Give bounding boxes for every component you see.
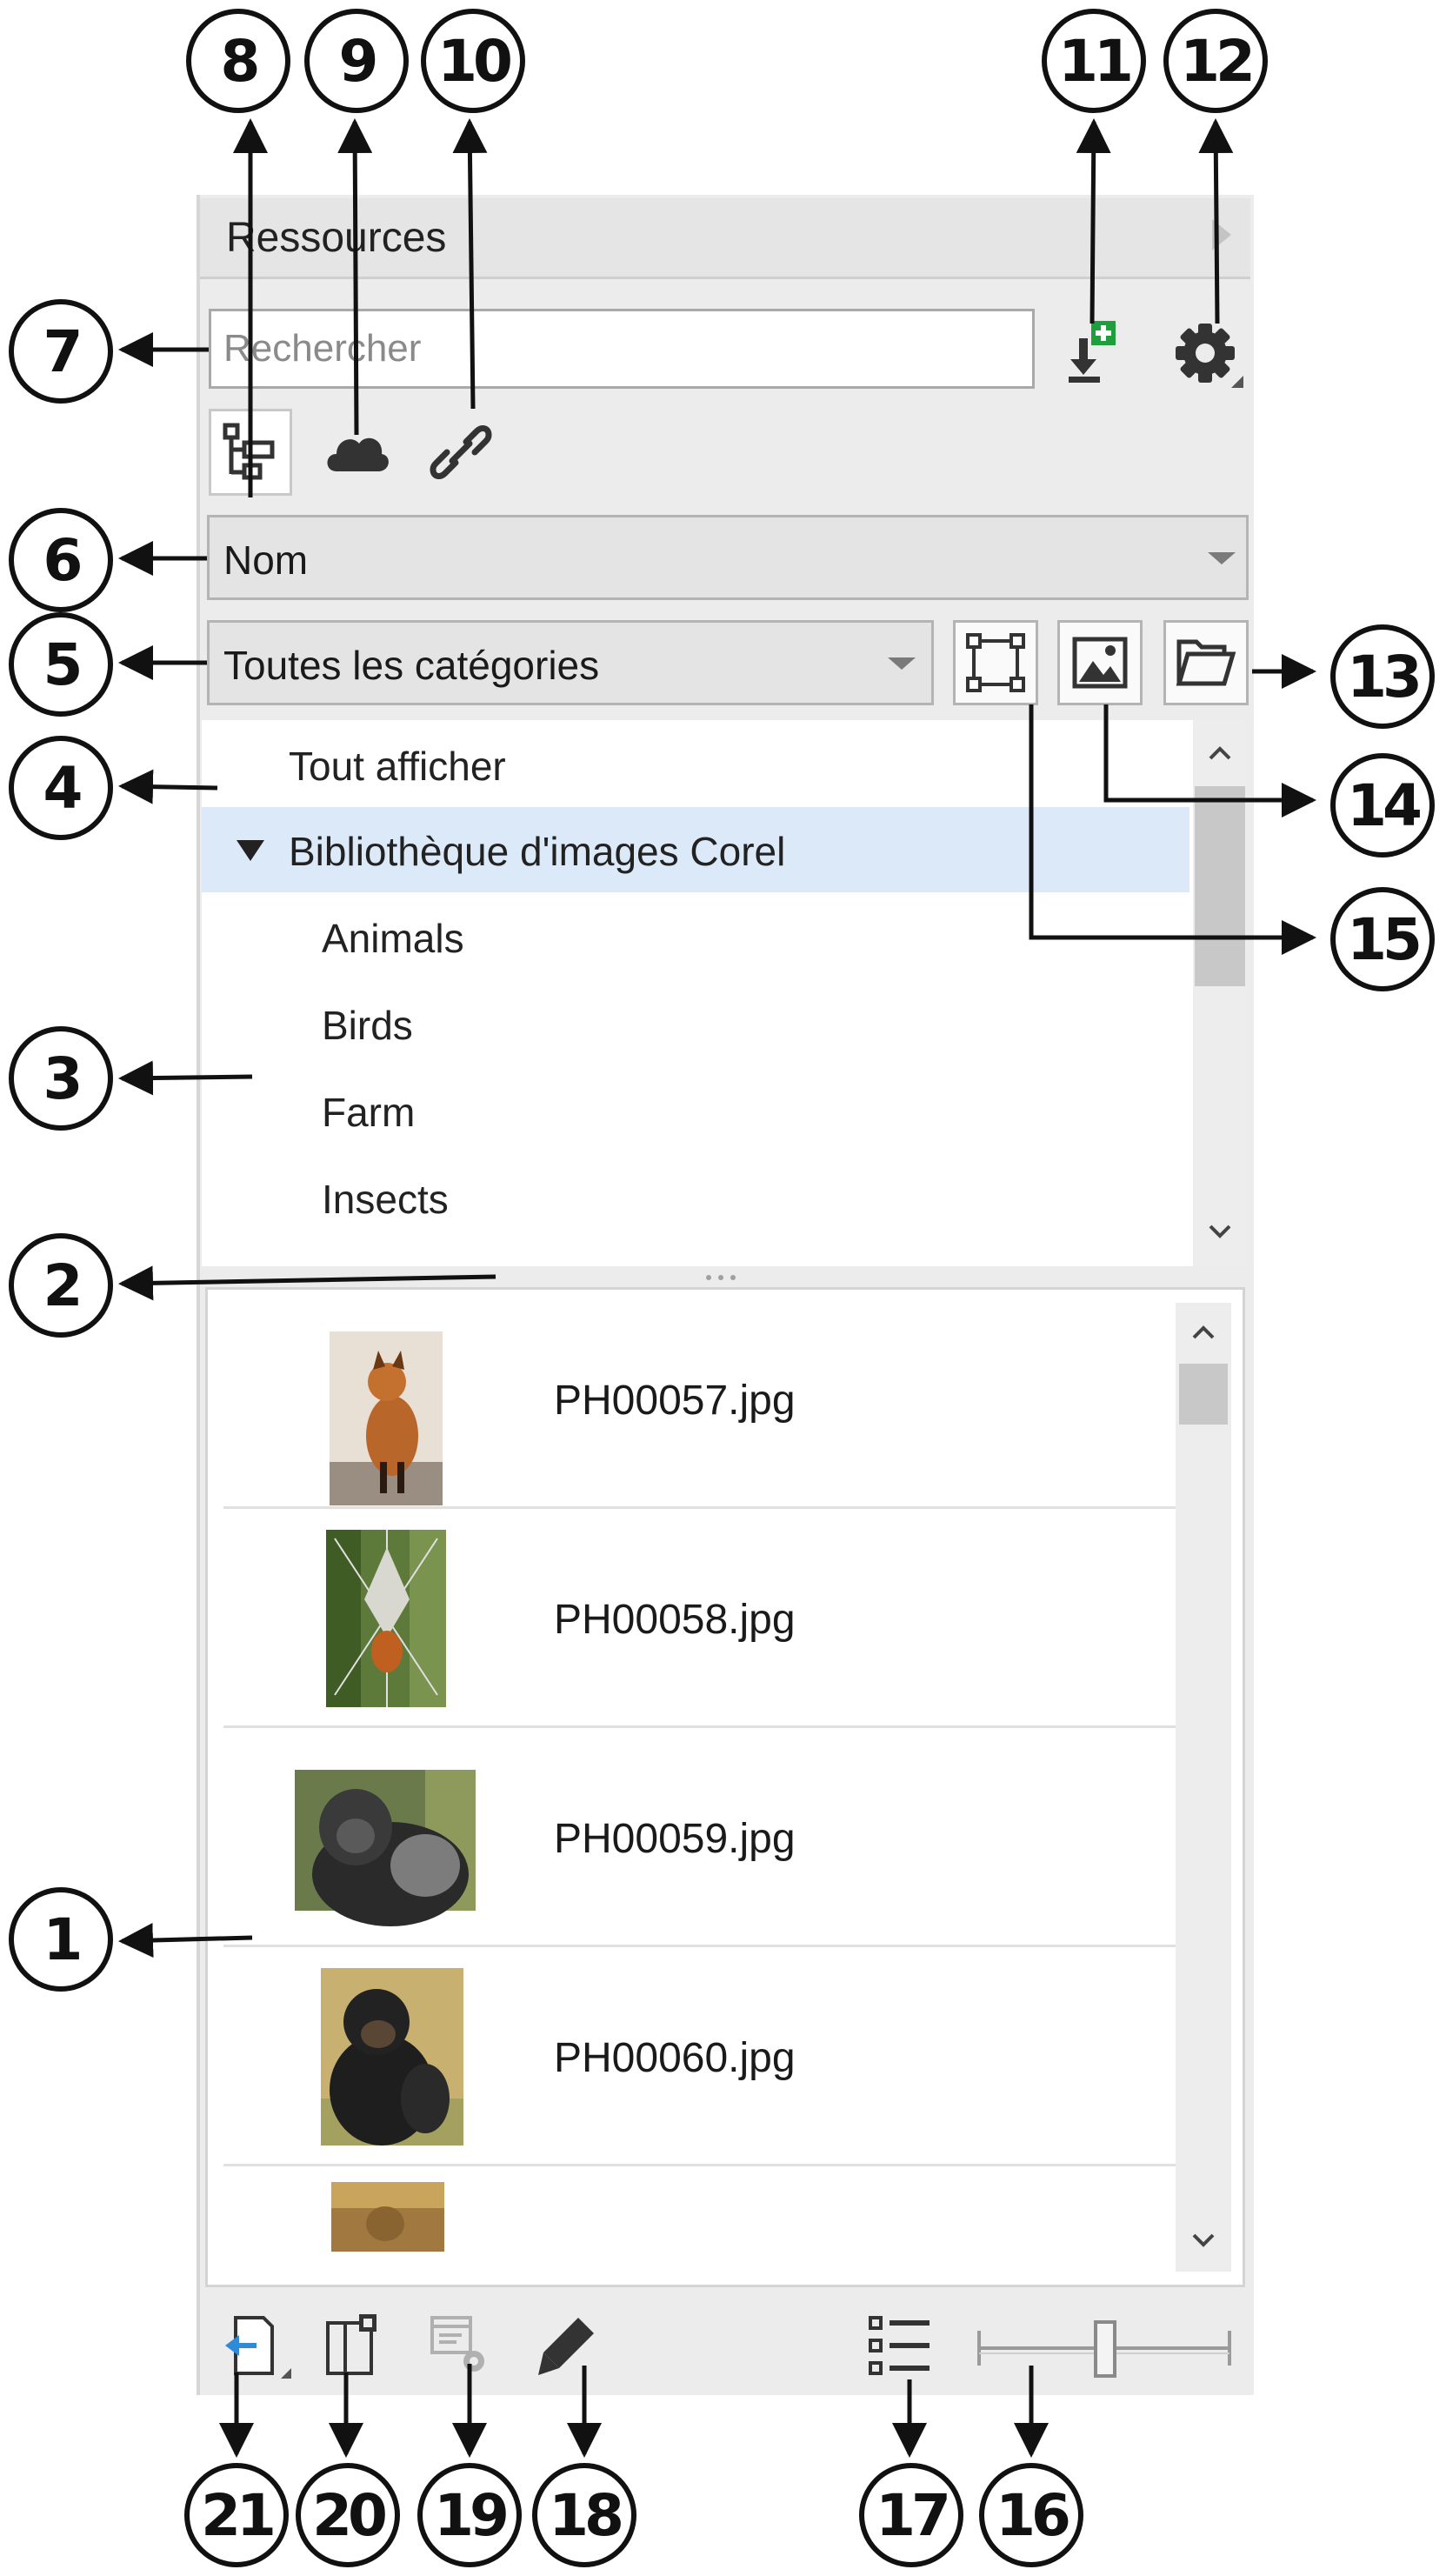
callout-3: 3	[9, 1026, 113, 1131]
callout-5: 5	[9, 612, 113, 717]
callout-18: 18	[532, 2463, 636, 2567]
callout-21: 21	[184, 2463, 289, 2567]
callout-12: 12	[1163, 9, 1268, 113]
callout-10: 10	[421, 9, 525, 113]
callout-20: 20	[296, 2463, 400, 2567]
callout-15: 15	[1330, 887, 1435, 991]
callout-19: 19	[417, 2463, 522, 2567]
callout-9: 9	[304, 9, 409, 113]
callout-13: 13	[1330, 624, 1435, 729]
callout-17: 17	[859, 2463, 963, 2567]
callout-7: 7	[9, 299, 113, 404]
callout-16: 16	[979, 2463, 1083, 2567]
callout-2: 2	[9, 1233, 113, 1338]
callout-1: 1	[9, 1887, 113, 1992]
callout-11: 11	[1042, 9, 1146, 113]
callout-4: 4	[9, 736, 113, 840]
callout-8: 8	[186, 9, 290, 113]
callout-leaders	[118, 118, 1316, 2458]
callout-14: 14	[1330, 753, 1435, 858]
callout-6: 6	[9, 508, 113, 612]
